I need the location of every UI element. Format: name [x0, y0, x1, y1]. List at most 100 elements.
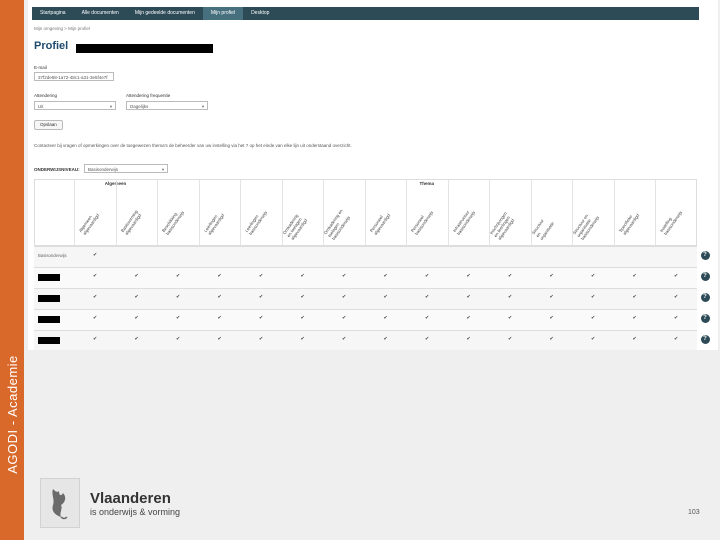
- attendering-select[interactable]: Uit ▼: [34, 101, 116, 110]
- checkmark-icon: ✔: [549, 315, 554, 321]
- checkmark-icon: ✔: [342, 336, 347, 342]
- email-field[interactable]: 37f2de68-1a72-48c1-a31-3e5f4e7f: [34, 72, 114, 81]
- side-label-wrap: AGODI - Academie: [2, 302, 22, 522]
- checkmark-icon: ✔: [93, 336, 98, 342]
- page-title: Profiel: [34, 40, 69, 52]
- table-row: [34, 309, 697, 330]
- help-icon[interactable]: ?: [700, 272, 710, 281]
- nav-item-mijn-gedeelde-documenten[interactable]: Mijn gedeelde documenten: [127, 7, 203, 20]
- checkmark-icon: ✔: [466, 336, 471, 342]
- checkmark-icon: ✔: [549, 336, 554, 342]
- checkmark-icon: ✔: [134, 273, 139, 279]
- checkmark-icon: ✔: [632, 273, 637, 279]
- checkmark-icon: ✔: [674, 273, 679, 279]
- checkmark-icon: ✔: [217, 273, 222, 279]
- checkmark-icon: ✔: [508, 294, 513, 300]
- save-button[interactable]: Opslaan: [34, 120, 63, 130]
- checkmark-icon: ✔: [217, 294, 222, 300]
- checkmark-icon: ✔: [632, 336, 637, 342]
- checkmark-icon: ✔: [134, 294, 139, 300]
- attendering-label: Attendering: [34, 93, 58, 98]
- table-row: [34, 330, 697, 350]
- checkmark-icon: ✔: [259, 294, 264, 300]
- checkmark-icon: ✔: [342, 315, 347, 321]
- redacted-row-label: [38, 274, 60, 281]
- checkmark-icon: ✔: [217, 336, 222, 342]
- checkmark-icon: ✔: [134, 315, 139, 321]
- nav-item-startpagina[interactable]: Startpagina: [32, 7, 74, 20]
- brand-name: Vlaanderen: [90, 490, 171, 507]
- nav-item-desktop[interactable]: Desktop: [243, 7, 277, 20]
- top-nav: Startpagina Alle documenten Mijn gedeelde …: [32, 7, 699, 20]
- lion-logo: [40, 478, 80, 528]
- help-icon[interactable]: ?: [700, 293, 710, 302]
- table-row: [34, 246, 697, 267]
- brand-subtitle: is onderwijs & vorming: [90, 507, 181, 517]
- help-icon[interactable]: ?: [700, 335, 710, 344]
- redacted-row-label: [38, 316, 60, 323]
- help-icon[interactable]: ?: [700, 314, 710, 323]
- attendering-value: Uit: [38, 104, 44, 109]
- checkmark-icon: ✔: [93, 252, 98, 258]
- info-text: Contacteer bij vragen of opmerkingen ove…: [34, 143, 352, 148]
- frequentie-label: Attendering frequentie: [126, 93, 171, 98]
- nav-item-alle-documenten[interactable]: Alle documenten: [74, 7, 127, 20]
- checkmark-icon: ✔: [300, 315, 305, 321]
- checkmark-icon: ✔: [632, 315, 637, 321]
- checkmark-icon: ✔: [549, 294, 554, 300]
- checkmark-icon: ✔: [176, 315, 181, 321]
- checkmark-icon: ✔: [383, 273, 388, 279]
- checkmark-icon: ✔: [217, 315, 222, 321]
- nav-item-mijn-profiel[interactable]: Mijn profiel: [202, 7, 244, 20]
- checkmark-icon: ✔: [632, 294, 637, 300]
- lion-logo-graphic: [52, 489, 68, 520]
- checkmark-icon: ✔: [383, 294, 388, 300]
- redacted-row-label: [38, 295, 60, 302]
- checkmark-icon: ✔: [93, 294, 98, 300]
- breadcrumb: Mijn omgeving > Mijn profiel: [34, 26, 90, 31]
- checkmark-icon: ✔: [342, 273, 347, 279]
- row-label: Basisonderwijs: [38, 253, 67, 258]
- checkmark-icon: ✔: [259, 273, 264, 279]
- onderwijsniveau-select[interactable]: Basisonderwijs ▼: [84, 164, 168, 173]
- checkmark-icon: ✔: [591, 273, 596, 279]
- checkmark-icon: ✔: [425, 273, 430, 279]
- onderwijsniveau-label: ONDERWIJSNIVEAU:: [34, 167, 80, 172]
- chevron-down-icon: ▼: [161, 167, 165, 172]
- chevron-down-icon: ▼: [201, 104, 205, 109]
- checkmark-icon: ✔: [591, 294, 596, 300]
- checkmark-icon: ✔: [425, 336, 430, 342]
- checkmark-icon: ✔: [508, 273, 513, 279]
- checkmark-icon: ✔: [466, 273, 471, 279]
- checkmark-icon: ✔: [300, 336, 305, 342]
- frequentie-select[interactable]: Dagelijks ▼: [126, 101, 208, 110]
- checkmark-icon: ✔: [93, 273, 98, 279]
- checkmark-icon: ✔: [674, 336, 679, 342]
- table-row: [34, 267, 697, 288]
- chevron-down-icon: ▼: [109, 104, 113, 109]
- frequentie-value: Dagelijks: [130, 104, 149, 109]
- checkmark-icon: ✔: [466, 315, 471, 321]
- checkmark-icon: ✔: [508, 336, 513, 342]
- checkmark-icon: ✔: [591, 315, 596, 321]
- checkmark-icon: ✔: [176, 336, 181, 342]
- checkmark-icon: ✔: [176, 273, 181, 279]
- checkmark-icon: ✔: [93, 315, 98, 321]
- checkmark-icon: ✔: [549, 273, 554, 279]
- checkmark-icon: ✔: [300, 294, 305, 300]
- checkmark-icon: ✔: [508, 315, 513, 321]
- checkmark-icon: ✔: [259, 336, 264, 342]
- table-row: [34, 288, 697, 309]
- checkmark-icon: ✔: [259, 315, 264, 321]
- screenshot-panel: Startpagina Alle documenten Mijn gedeelde …: [28, 0, 718, 350]
- thema-table: Algemeen Thema Algemeen afgevaardigd Basisv…: [34, 179, 718, 350]
- redacted-row-label: [38, 337, 60, 344]
- redacted-name: [76, 44, 213, 53]
- onderwijsniveau-value: Basisonderwijs: [88, 167, 119, 172]
- email-label: E-mail: [34, 65, 47, 70]
- checkmark-icon: ✔: [466, 294, 471, 300]
- checkmark-icon: ✔: [591, 336, 596, 342]
- checkmark-icon: ✔: [134, 336, 139, 342]
- help-icon[interactable]: ?: [700, 251, 710, 260]
- checkmark-icon: ✔: [342, 294, 347, 300]
